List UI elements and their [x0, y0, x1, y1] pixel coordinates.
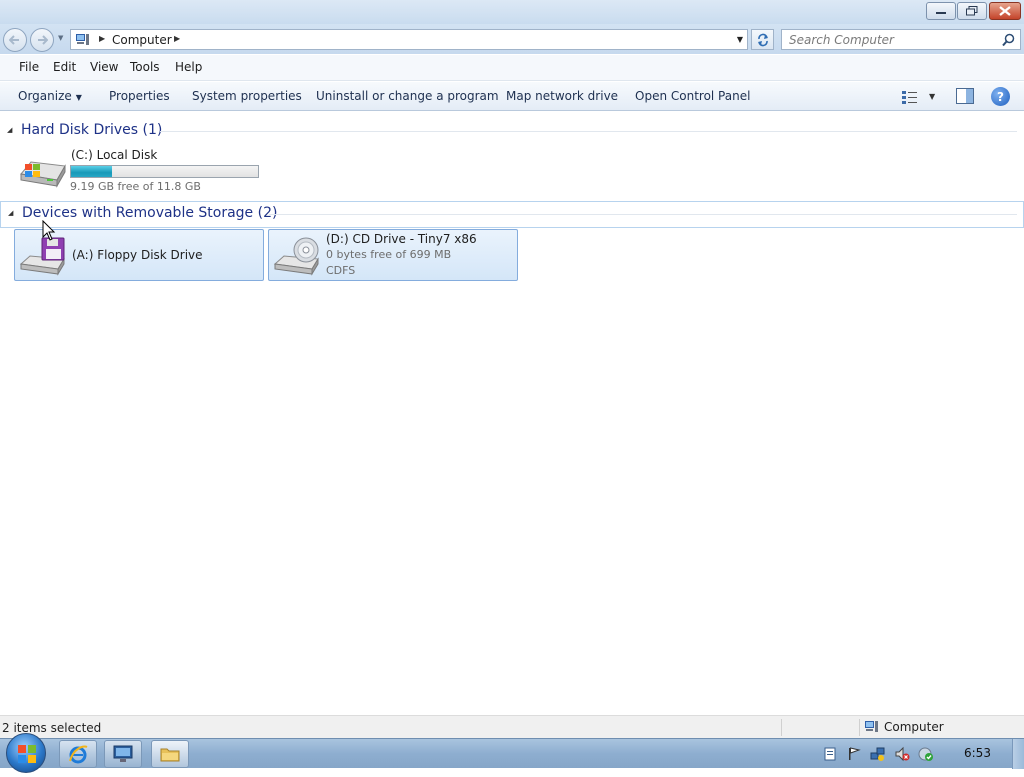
folder-icon	[160, 748, 180, 762]
address-history-dropdown-icon[interactable]: ▼	[737, 35, 743, 44]
volume-muted-icon[interactable]	[894, 746, 910, 762]
address-row: ▼ ▶ Computer ▶ ▼	[0, 24, 1024, 54]
properties-button[interactable]: Properties	[109, 89, 170, 103]
selection-count: 2 items selected	[2, 721, 102, 735]
drive-free-space: 0 bytes free of 699 MB	[326, 248, 452, 261]
flag-icon[interactable]	[846, 746, 862, 762]
drive-filesystem: CDFS	[326, 264, 356, 277]
help-icon: ?	[997, 89, 1004, 104]
status-divider	[781, 719, 782, 736]
collapse-triangle-icon[interactable]: ◢	[7, 126, 12, 134]
recent-pages-dropdown-icon[interactable]: ▼	[58, 34, 63, 42]
cd-drive-icon	[273, 237, 319, 276]
group-title: Devices with Removable Storage (2)	[22, 205, 278, 221]
close-button[interactable]	[989, 2, 1021, 20]
organize-label: Organize	[18, 89, 72, 103]
taskbar-internet-explorer[interactable]	[59, 740, 97, 768]
system-clock[interactable]: 6:53	[964, 746, 991, 760]
preview-pane-icon[interactable]	[956, 88, 974, 104]
chevron-down-icon[interactable]: ▼	[929, 92, 935, 101]
change-view-button[interactable]: ▼	[901, 87, 939, 106]
taskbar-remote-desktop[interactable]	[104, 740, 142, 768]
menu-bar: File Edit View Tools Help	[0, 55, 1024, 81]
forward-arrow-icon	[38, 35, 48, 45]
group-divider	[269, 214, 1017, 215]
restore-button[interactable]	[957, 2, 987, 20]
taskbar: 6:53	[0, 733, 1024, 773]
menu-file[interactable]: File	[19, 60, 39, 74]
search-icon[interactable]	[1002, 33, 1015, 47]
address-bar[interactable]: ▶ Computer ▶ ▼	[70, 29, 748, 50]
hard-drive-icon	[20, 161, 66, 188]
drive-usage-fill	[71, 166, 113, 177]
remote-desktop-icon	[113, 745, 133, 762]
search-box[interactable]	[781, 29, 1021, 50]
map-network-drive-button[interactable]: Map network drive	[506, 89, 618, 103]
refresh-button[interactable]	[751, 29, 774, 50]
show-desktop-button[interactable]	[1012, 739, 1024, 769]
minimize-icon	[936, 12, 946, 14]
group-removable-storage[interactable]: ◢ Devices with Removable Storage (2)	[0, 201, 1024, 228]
drive-name: (D:) CD Drive - Tiny7 x86	[326, 232, 477, 246]
help-button[interactable]: ?	[991, 87, 1010, 106]
menu-edit[interactable]: Edit	[53, 60, 76, 74]
windows-logo-icon	[18, 745, 36, 763]
security-shield-icon[interactable]	[918, 746, 934, 762]
drive-usage-bar	[70, 165, 259, 178]
status-bar: 2 items selected Computer	[0, 715, 1024, 738]
title-bar[interactable]	[0, 0, 1024, 24]
group-hard-disk-drives[interactable]: ◢ Hard Disk Drives (1)	[0, 120, 1024, 142]
group-title: Hard Disk Drives (1)	[21, 122, 163, 138]
internet-explorer-icon	[69, 745, 88, 764]
system-properties-button[interactable]: System properties	[192, 89, 302, 103]
group-divider	[160, 131, 1017, 132]
search-input[interactable]	[789, 32, 989, 47]
breadcrumb-separator-icon[interactable]: ▶	[174, 34, 180, 43]
computer-icon	[865, 721, 878, 732]
minimize-button[interactable]	[926, 2, 956, 20]
mouse-cursor-icon	[42, 220, 56, 241]
open-control-panel-button[interactable]: Open Control Panel	[635, 89, 750, 103]
taskbar-windows-explorer[interactable]	[151, 740, 189, 768]
restore-icon	[966, 6, 978, 16]
status-divider	[859, 719, 860, 736]
drive-item-d[interactable]: (D:) CD Drive - Tiny7 x86 0 bytes free o…	[268, 229, 518, 281]
action-center-notes-icon[interactable]	[822, 746, 838, 762]
back-button[interactable]	[3, 28, 27, 52]
drive-name: (A:) Floppy Disk Drive	[72, 248, 203, 262]
menu-tools[interactable]: Tools	[130, 60, 160, 74]
menu-help[interactable]: Help	[175, 60, 202, 74]
organize-button[interactable]: Organize ▼	[18, 89, 82, 103]
start-button[interactable]	[6, 733, 46, 773]
drive-item-c[interactable]: (C:) Local Disk 9.19 GB free of 11.8 GB	[14, 146, 274, 196]
drive-name: (C:) Local Disk	[71, 148, 158, 162]
drive-free-space: 9.19 GB free of 11.8 GB	[70, 180, 201, 193]
menu-view[interactable]: View	[90, 60, 118, 74]
forward-button[interactable]	[30, 28, 54, 52]
uninstall-program-button[interactable]: Uninstall or change a program	[316, 89, 499, 103]
back-arrow-icon	[9, 35, 19, 45]
command-bar: Organize ▼ Properties System properties U…	[0, 82, 1024, 111]
refresh-icon	[757, 33, 768, 46]
breadcrumb-computer[interactable]: Computer	[112, 33, 172, 47]
status-location: Computer	[884, 720, 944, 734]
view-options-icon	[902, 90, 917, 104]
collapse-triangle-icon[interactable]: ◢	[8, 209, 13, 217]
network-icon[interactable]	[870, 746, 886, 762]
explorer-window: ▼ ▶ Computer ▶ ▼ File Edit View Tools He…	[0, 0, 1024, 738]
chevron-down-icon: ▼	[75, 93, 82, 102]
computer-icon	[76, 34, 89, 45]
close-icon	[999, 6, 1011, 16]
breadcrumb-separator-icon[interactable]: ▶	[99, 34, 105, 43]
